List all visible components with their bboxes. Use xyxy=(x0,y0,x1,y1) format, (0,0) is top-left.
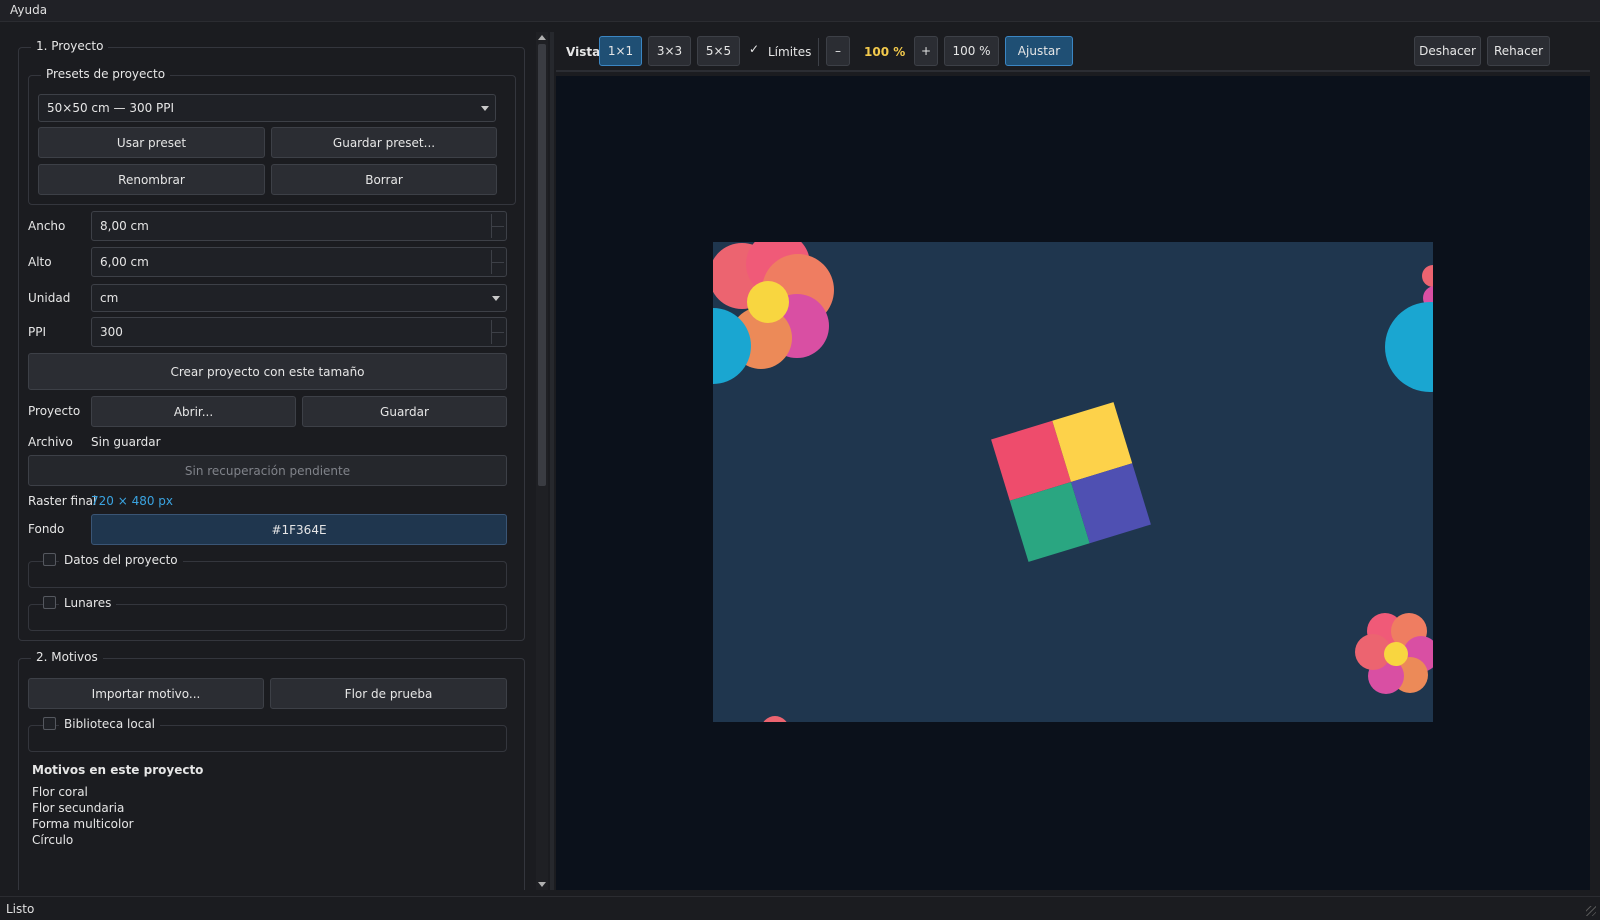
bounds-label: Límites xyxy=(768,45,812,59)
local-library-checkbox[interactable] xyxy=(43,717,56,730)
status-text: Listo xyxy=(6,902,35,916)
left-panel: 1. Proyecto Presets de proyecto 50×50 cm… xyxy=(10,32,536,890)
zoom-reset-button[interactable]: 100 % xyxy=(944,36,999,66)
presets-group: Presets de proyecto 50×50 cm — 300 PPI U… xyxy=(28,67,516,205)
background-label: Fondo xyxy=(28,522,65,536)
local-library-title: Biblioteca local xyxy=(59,717,161,731)
motif-list-item[interactable]: Flor secundaria xyxy=(32,801,124,815)
pattern-preview xyxy=(713,242,1433,722)
left-panel-scrollbar[interactable] xyxy=(536,32,548,890)
bounds-checkbox[interactable]: ✓ xyxy=(749,42,762,58)
design-canvas[interactable] xyxy=(713,242,1433,722)
redo-button[interactable]: Rehacer xyxy=(1487,36,1550,66)
statusbar: Listo xyxy=(0,896,1600,920)
height-label: Alto xyxy=(28,255,52,269)
resize-grip-icon[interactable] xyxy=(1586,906,1596,916)
raster-value: 720 × 480 px xyxy=(91,494,174,508)
motif-list-item[interactable]: Círculo xyxy=(32,833,73,847)
scrollbar-thumb[interactable] xyxy=(538,44,546,486)
open-project-button[interactable]: Abrir... xyxy=(91,396,296,427)
ppi-field[interactable]: 300 xyxy=(91,317,507,347)
file-label: Archivo xyxy=(28,435,73,449)
chevron-down-icon xyxy=(481,106,489,111)
motifs-in-project-title: Motivos en este proyecto xyxy=(32,763,204,777)
zoom-level: 100 % xyxy=(864,45,906,59)
toolbar-separator xyxy=(818,38,819,66)
undo-button[interactable]: Deshacer xyxy=(1414,36,1481,66)
ppi-value: 300 xyxy=(100,325,123,339)
project-section: 1. Proyecto Presets de proyecto 50×50 cm… xyxy=(18,39,525,641)
presets-title: Presets de proyecto xyxy=(41,67,171,81)
raster-label: Raster final xyxy=(28,494,97,508)
rename-preset-button[interactable]: Renombrar xyxy=(38,164,265,195)
chevron-down-icon xyxy=(492,296,500,301)
dots-title: Lunares xyxy=(59,596,117,610)
menu-help[interactable]: Ayuda xyxy=(10,3,47,17)
motifs-section: 2. Motivos Importar motivo... Flor de pr… xyxy=(18,650,525,890)
save-preset-button[interactable]: Guardar preset... xyxy=(271,127,497,158)
scroll-up-icon[interactable] xyxy=(538,35,546,40)
width-spinner[interactable] xyxy=(491,214,504,238)
zoom-out-button[interactable]: – xyxy=(826,36,850,66)
view-toolbar: Vista 1×1 3×3 5×5 ✓ Límites – 100 % + 10… xyxy=(556,32,1590,72)
height-value: 6,00 cm xyxy=(100,255,149,269)
ppi-spinner[interactable] xyxy=(491,320,504,344)
height-field[interactable]: 6,00 cm xyxy=(91,247,507,277)
recovery-button[interactable]: Sin recuperación pendiente xyxy=(28,455,507,486)
project-label: Proyecto xyxy=(28,404,81,418)
create-project-button[interactable]: Crear proyecto con este tamaño xyxy=(28,353,507,390)
canvas-viewport[interactable] xyxy=(556,76,1590,890)
project-data-title: Datos del proyecto xyxy=(59,553,183,567)
project-section-title: 1. Proyecto xyxy=(31,39,109,53)
width-label: Ancho xyxy=(28,219,66,233)
zoom-in-button[interactable]: + xyxy=(914,36,938,66)
file-value: Sin guardar xyxy=(91,435,161,449)
dots-group: Lunares xyxy=(28,596,507,631)
checkmark-icon: ✓ xyxy=(749,42,760,56)
save-project-button[interactable]: Guardar xyxy=(302,396,507,427)
panel-splitter[interactable] xyxy=(550,32,554,890)
import-motif-button[interactable]: Importar motivo... xyxy=(28,678,264,709)
motif-list-item[interactable]: Flor coral xyxy=(32,785,88,799)
menubar: Ayuda xyxy=(0,0,1600,22)
ppi-label: PPI xyxy=(28,325,47,339)
preset-select-value: 50×50 cm — 300 PPI xyxy=(47,101,175,115)
motif-list-item[interactable]: Forma multicolor xyxy=(32,817,134,831)
project-data-group: Datos del proyecto xyxy=(28,553,507,588)
unit-select[interactable]: cm xyxy=(91,284,507,312)
view-3x3-button[interactable]: 3×3 xyxy=(648,36,691,66)
project-data-checkbox[interactable] xyxy=(43,553,56,566)
preset-select[interactable]: 50×50 cm — 300 PPI xyxy=(38,94,496,122)
test-flower-button[interactable]: Flor de prueba xyxy=(270,678,507,709)
view-5x5-button[interactable]: 5×5 xyxy=(697,36,740,66)
width-value: 8,00 cm xyxy=(100,219,149,233)
unit-label: Unidad xyxy=(28,291,71,305)
use-preset-button[interactable]: Usar preset xyxy=(38,127,265,158)
width-field[interactable]: 8,00 cm xyxy=(91,211,507,241)
view-label: Vista xyxy=(566,45,601,59)
scroll-down-icon[interactable] xyxy=(538,882,546,887)
fit-button[interactable]: Ajustar xyxy=(1005,36,1073,66)
delete-preset-button[interactable]: Borrar xyxy=(271,164,497,195)
dots-checkbox[interactable] xyxy=(43,596,56,609)
motifs-section-title: 2. Motivos xyxy=(31,650,103,664)
height-spinner[interactable] xyxy=(491,250,504,274)
local-library-group: Biblioteca local xyxy=(28,717,507,752)
background-color-button[interactable]: #1F364E xyxy=(91,514,507,545)
unit-value: cm xyxy=(100,291,119,305)
view-1x1-button[interactable]: 1×1 xyxy=(599,36,642,66)
